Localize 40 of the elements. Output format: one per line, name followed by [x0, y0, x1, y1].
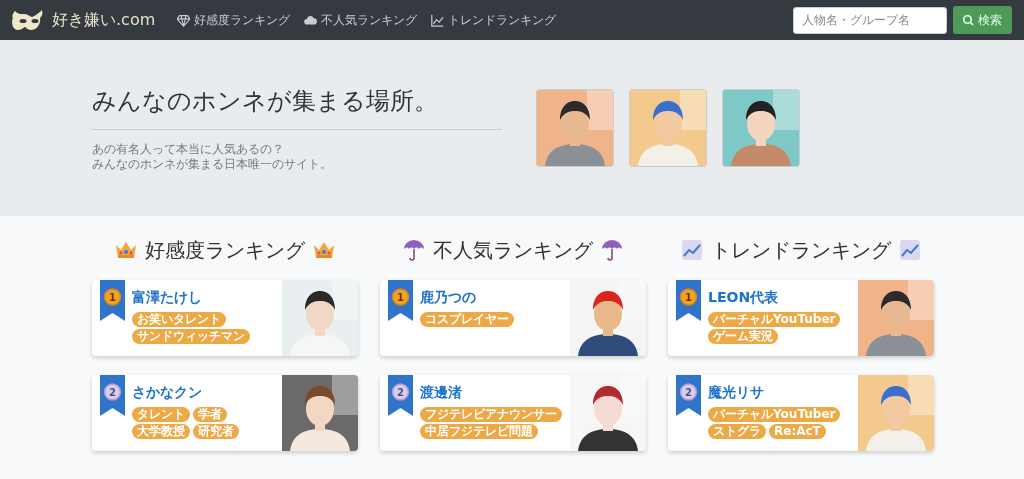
search-button[interactable]: 検索 — [953, 6, 1012, 34]
ranking-card[interactable]: 1 LEON代表 バーチャルYouTuber ゲーム実況 — [668, 280, 934, 356]
crown-icon — [313, 241, 335, 259]
line-chart-icon — [431, 13, 445, 27]
hero-title: みんなのホンネが集まる場所。 — [92, 85, 439, 117]
nav-link[interactable]: トレンドランキング — [431, 11, 557, 29]
person-name[interactable]: 富澤たけし — [132, 284, 282, 312]
ranking-card[interactable]: 2 さかなクン タレント 学者 大学教授 研究者 — [92, 375, 358, 451]
search-field[interactable]: 人物名・グループ名 — [793, 6, 947, 34]
medal-ribbon-icon: 1 — [388, 280, 413, 321]
hero-subtitle: みんなのホンネが集まる日本唯一のサイト。 — [92, 156, 333, 172]
nav-link[interactable]: 不人気ランキング — [304, 11, 418, 29]
crown-icon — [115, 241, 137, 259]
site-logo[interactable]: 好き嫌い.com — [52, 9, 156, 31]
person-name[interactable]: 渡邊渚 — [420, 379, 570, 407]
ranking-title: 不人気ランキング — [433, 236, 593, 264]
ranking-card[interactable]: 2 渡邊渚 フジテレビアナウンサー 中居フジテレビ問題 — [380, 375, 646, 451]
medal-ribbon-icon: 1 — [676, 280, 701, 321]
ranking-title: 好感度ランキング — [145, 236, 305, 264]
person-name[interactable]: さかなクン — [132, 379, 282, 407]
hero-subtitle: あの有名人って本当に人気あるの？ — [92, 141, 285, 157]
chart-increasing-icon — [899, 239, 921, 261]
person-name[interactable]: 鹿乃つの — [420, 284, 570, 312]
cloud-icon — [304, 13, 318, 27]
chart-increasing-icon — [681, 239, 703, 261]
medal-ribbon-icon: 2 — [676, 375, 701, 416]
medal-ribbon-icon: 1 — [100, 280, 125, 321]
ranking-card[interactable]: 2 魔光リサ バーチャルYouTuber ストグラ Re:AcT — [668, 375, 934, 451]
search-icon — [963, 14, 974, 26]
umbrella-icon — [403, 238, 425, 262]
medal-ribbon-icon: 2 — [100, 375, 125, 416]
person-name[interactable]: 魔光リサ — [708, 379, 858, 407]
ranking-card[interactable]: 1 鹿乃つの コスプレイヤー — [380, 280, 646, 356]
nav-link[interactable]: 好感度ランキング — [177, 11, 291, 29]
umbrella-icon — [601, 238, 623, 262]
medal-ribbon-icon: 2 — [388, 375, 413, 416]
person-name[interactable]: LEON代表 — [708, 284, 858, 312]
ranking-card[interactable]: 1 富澤たけし お笑いタレント サンドウィッチマン — [92, 280, 358, 356]
ranking-title: トレンドランキング — [711, 236, 891, 264]
diamond-icon — [177, 13, 191, 27]
